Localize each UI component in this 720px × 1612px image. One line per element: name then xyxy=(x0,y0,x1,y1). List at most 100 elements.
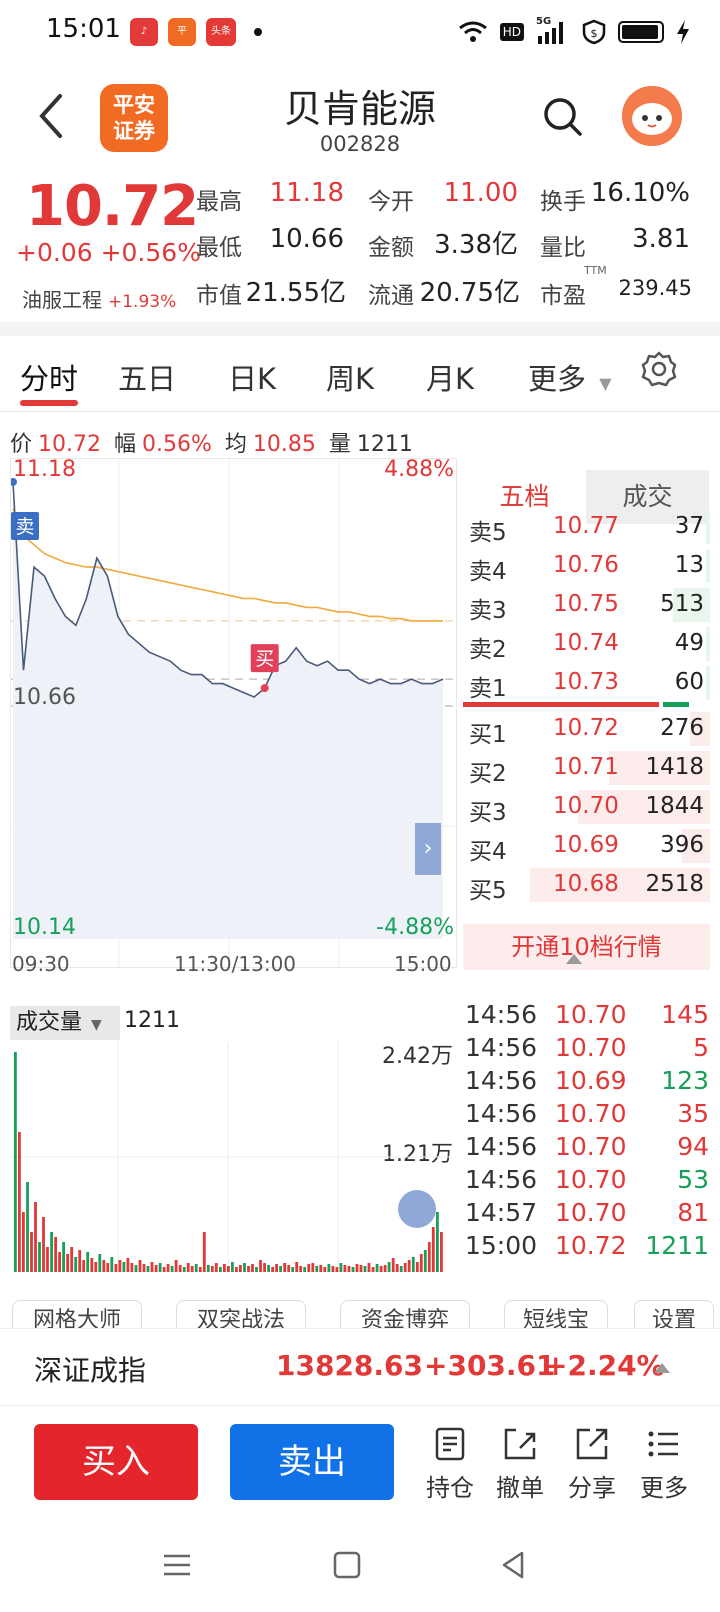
ask-row[interactable]: 卖4 10.76 13 xyxy=(463,547,710,585)
volume-bar xyxy=(327,1264,331,1272)
volume-bar xyxy=(323,1267,327,1272)
bid-row[interactable]: 买2 10.71 1418 xyxy=(463,749,710,787)
tab-intraday[interactable]: 分时 xyxy=(20,356,78,398)
trade-row: 14:56 10.69 123 xyxy=(463,1066,713,1100)
ask-row[interactable]: 卖2 10.74 49 xyxy=(463,625,710,663)
info-amp-label: 幅 xyxy=(114,432,137,457)
volume-bar xyxy=(303,1267,307,1272)
signal-5g-icon: 5G xyxy=(536,16,570,44)
expand-up-icon[interactable] xyxy=(654,1363,670,1373)
share-icon xyxy=(576,1428,608,1460)
battery-icon xyxy=(618,21,664,43)
volume-bar xyxy=(186,1263,190,1272)
field-label-pe: 市盈 xyxy=(540,283,586,309)
volume-bar xyxy=(275,1264,278,1272)
volume-bar xyxy=(206,1265,210,1272)
trade-price: 10.70 xyxy=(555,1000,627,1029)
sell-marker-label: 卖 xyxy=(15,516,34,538)
level-volume: 13 xyxy=(674,552,704,578)
level-price: 10.68 xyxy=(553,871,619,897)
trade-volume: 35 xyxy=(677,1099,709,1128)
trade-volume: 1211 xyxy=(645,1231,709,1260)
assistant-avatar[interactable] xyxy=(622,86,682,146)
home-nav-icon[interactable] xyxy=(330,1548,364,1582)
collapse-triangle-icon[interactable] xyxy=(566,954,582,964)
bid-row[interactable]: 买5 10.68 2518 xyxy=(463,866,710,904)
level-volume: 276 xyxy=(660,715,704,741)
volume-bar xyxy=(283,1263,287,1272)
tab-weekly-k[interactable]: 周K xyxy=(326,356,374,398)
tab-more[interactable]: 更多 ▼ xyxy=(528,356,612,398)
volume-chart[interactable]: 成交量 ▼ 1211 2.42万 1.21万 xyxy=(10,1006,457,1276)
volume-bar xyxy=(110,1257,114,1272)
trade-row: 14:57 10.70 81 xyxy=(463,1198,713,1232)
level-price: 10.76 xyxy=(553,552,619,578)
volume-bar xyxy=(271,1267,274,1272)
notification-dot-icon xyxy=(254,28,262,36)
trade-row: 14:56 10.70 35 xyxy=(463,1099,713,1133)
trade-time: 14:56 xyxy=(465,1033,538,1062)
volume-bar xyxy=(371,1267,375,1272)
ask-divider-green xyxy=(663,702,689,707)
volume-bar xyxy=(126,1258,130,1272)
quote-panel: 10.72 +0.06 +0.56% 油服工程 +1.93% 最高 11.18 今… xyxy=(0,172,720,320)
more-button[interactable]: 更多 xyxy=(632,1426,696,1516)
level-label: 买4 xyxy=(469,839,507,865)
sector-link[interactable]: 油服工程 +1.93% xyxy=(22,284,176,313)
upgrade-level10-button[interactable]: 开通10档行情 xyxy=(463,924,710,970)
volume-selector-label: 成交量 xyxy=(16,1010,83,1035)
level-label: 卖2 xyxy=(469,637,507,663)
tab-monthly-k[interactable]: 月K xyxy=(426,356,474,398)
floating-assistant-icon[interactable] xyxy=(398,1190,436,1228)
assistant-face-icon xyxy=(622,86,682,146)
volume-bar xyxy=(82,1260,86,1272)
volume-bar xyxy=(431,1227,435,1272)
volume-bar xyxy=(70,1247,74,1272)
bid-row[interactable]: 买3 10.70 1844 xyxy=(463,788,710,826)
depth-bar xyxy=(706,549,710,583)
cancel-order-label: 撤单 xyxy=(496,1474,544,1502)
menu-nav-icon[interactable] xyxy=(160,1550,194,1580)
tab-active-indicator xyxy=(20,400,78,406)
sell-button[interactable]: 卖出 xyxy=(230,1424,394,1500)
volume-selector[interactable]: 成交量 ▼ xyxy=(10,1006,120,1040)
expand-chevron-icon[interactable]: › xyxy=(415,823,441,875)
volume-bar xyxy=(407,1260,411,1272)
bid-row[interactable]: 买1 10.72 276 xyxy=(463,710,710,748)
trade-time: 14:56 xyxy=(465,1000,538,1029)
intraday-chart[interactable]: 卖买 11.18 4.88% 10.66 10.14 -4.88% › xyxy=(10,457,457,968)
volume-bar xyxy=(154,1265,158,1272)
tab-daily-k[interactable]: 日K xyxy=(228,356,276,398)
search-icon[interactable] xyxy=(540,94,586,140)
volume-bar xyxy=(411,1257,415,1272)
volume-bar xyxy=(66,1254,69,1272)
ask-row[interactable]: 卖3 10.75 513 xyxy=(463,586,710,624)
field-label-market-cap: 市值 xyxy=(196,283,242,309)
level-volume: 1418 xyxy=(645,754,704,780)
buy-marker-label: 买 xyxy=(255,648,274,670)
stock-code: 002828 xyxy=(319,132,401,156)
tab-more-label: 更多 xyxy=(528,362,587,396)
share-button[interactable]: 分享 xyxy=(560,1426,624,1516)
share-label: 分享 xyxy=(568,1474,616,1502)
volume-bar xyxy=(18,1132,21,1272)
index-ticker[interactable]: 深证成指 13828.63 +303.61 +2.24% xyxy=(0,1328,720,1406)
volume-bar xyxy=(383,1265,387,1272)
buy-button[interactable]: 买入 xyxy=(34,1424,198,1500)
bid-row[interactable]: 买4 10.69 396 xyxy=(463,827,710,865)
info-amp: 0.56% xyxy=(142,432,212,457)
price-chart-svg: 卖买 xyxy=(11,459,456,967)
cancel-order-button[interactable]: 撤单 xyxy=(488,1426,552,1516)
holdings-button[interactable]: 持仓 xyxy=(418,1426,482,1516)
tab-five-day[interactable]: 五日 xyxy=(118,356,176,398)
level-volume: 396 xyxy=(660,832,704,858)
settings-gear-icon[interactable] xyxy=(640,350,678,388)
volume-bar xyxy=(170,1266,174,1272)
ask-row[interactable]: 卖1 10.73 60 xyxy=(463,664,710,702)
volume-bar xyxy=(351,1267,355,1272)
ask-row[interactable]: 卖5 10.77 37 xyxy=(463,508,710,546)
status-indicators: HD 5G $ xyxy=(458,16,690,48)
back-nav-icon[interactable] xyxy=(496,1548,530,1582)
holdings-label: 持仓 xyxy=(426,1474,474,1502)
change-percent: +0.56% xyxy=(100,238,201,267)
